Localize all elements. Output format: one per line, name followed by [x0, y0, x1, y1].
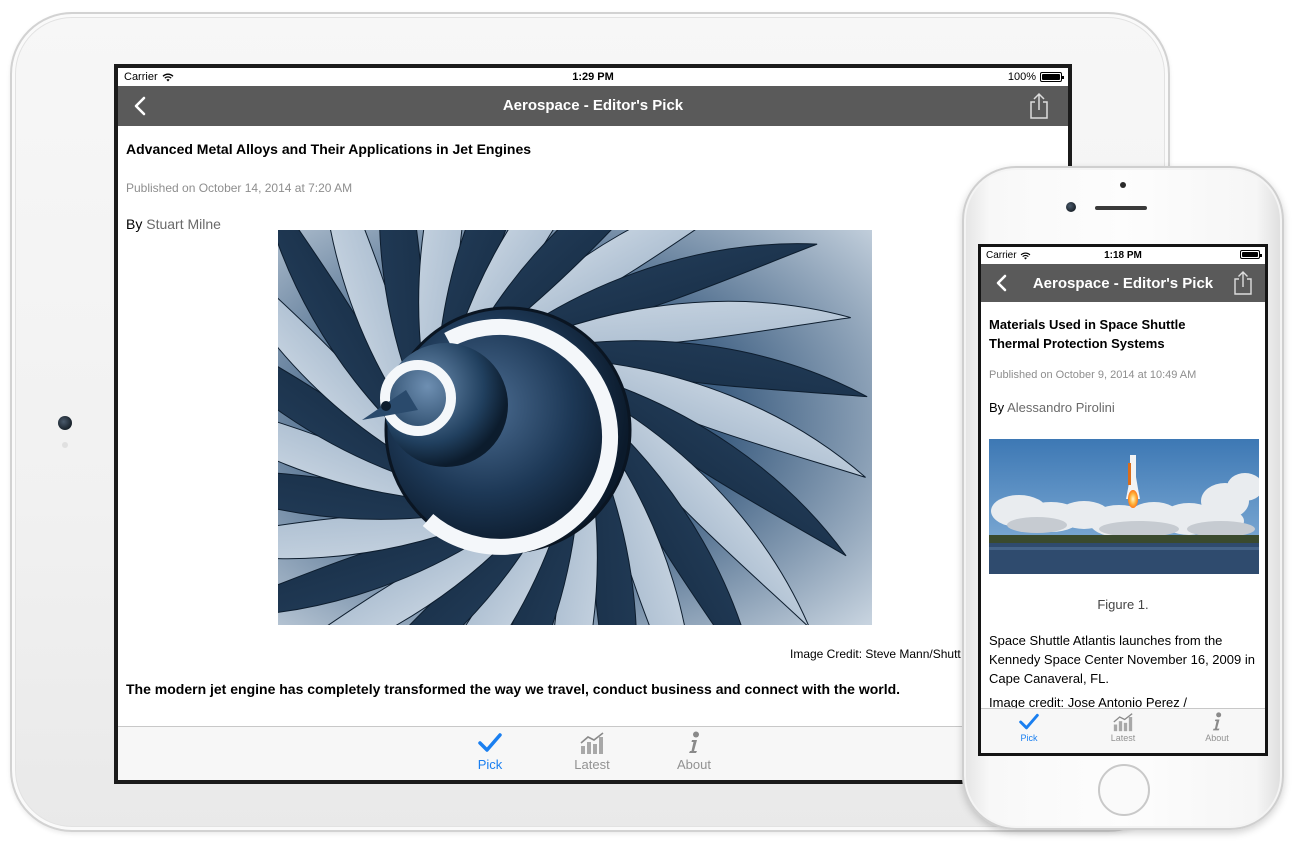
- iphone-front-camera: [1066, 202, 1076, 212]
- product-showcase: Carrier 1:29 PM 100% Aerospace - Editor'…: [0, 0, 1300, 850]
- article-content: Advanced Metal Alloys and Their Applicat…: [118, 141, 1068, 232]
- chart-icon: [1113, 713, 1133, 732]
- checkmark-icon: [1019, 713, 1039, 730]
- clock: 1:18 PM: [1104, 250, 1142, 261]
- byline: By Alessandro Pirolini: [989, 400, 1257, 415]
- tab-about-label: About: [1205, 733, 1229, 743]
- tab-pick-label: Pick: [1020, 733, 1038, 743]
- battery-icon: [1040, 72, 1064, 82]
- tab-latest-label: Latest: [574, 757, 610, 772]
- figure-caption: Space Shuttle Atlantis launches from the…: [989, 633, 1255, 686]
- author-link[interactable]: Stuart Milne: [146, 216, 221, 232]
- tab-about[interactable]: About: [1192, 712, 1242, 743]
- tab-latest[interactable]: Latest: [1098, 712, 1148, 743]
- nav-title: Aerospace - Editor's Pick: [1032, 275, 1214, 292]
- checkmark-icon: [478, 733, 502, 752]
- tab-about[interactable]: About: [664, 731, 724, 772]
- article-lead: The modern jet engine has completely tra…: [126, 681, 901, 697]
- tab-pick[interactable]: Pick: [460, 731, 520, 772]
- tab-about-label: About: [677, 757, 711, 772]
- ipad-sensor: [62, 442, 68, 448]
- iphone-sensor: [1120, 182, 1126, 188]
- nav-title: Aerospace - Editor's Pick: [502, 97, 684, 114]
- iphone-screen: Carrier 1:18 PM Aerospace - Editor's Pic…: [978, 244, 1268, 756]
- chart-icon: [580, 732, 604, 754]
- article-title: Materials Used in Space Shuttle Thermal …: [989, 317, 1186, 351]
- article-content: Materials Used in Space Shuttle Thermal …: [981, 315, 1265, 415]
- figure-label: Figure 1.: [1097, 597, 1149, 612]
- publish-date: Published on October 14, 2014 at 7:20 AM: [126, 181, 353, 195]
- navigation-bar: Aerospace - Editor's Pick: [981, 264, 1265, 302]
- image-credit: Image Credit: Steve Mann/Shutt: [790, 647, 961, 661]
- battery-percent: 100%: [1007, 71, 1036, 83]
- tab-latest-label: Latest: [1110, 733, 1136, 743]
- info-icon: [1212, 712, 1222, 731]
- tab-latest[interactable]: Latest: [562, 731, 622, 772]
- share-icon[interactable]: [1028, 92, 1050, 120]
- publish-date: Published on October 9, 2014 at 10:49 AM: [989, 369, 1197, 381]
- byline-prefix: By: [989, 400, 1005, 415]
- navigation-bar: Aerospace - Editor's Pick: [118, 86, 1068, 126]
- battery-icon: [1240, 250, 1262, 259]
- iphone-speaker: [1095, 206, 1147, 210]
- ipad-camera: [58, 416, 72, 430]
- article-title: Advanced Metal Alloys and Their Applicat…: [126, 141, 532, 157]
- tab-pick-label: Pick: [477, 757, 503, 772]
- author-link[interactable]: Alessandro Pirolini: [1007, 400, 1115, 415]
- shuttle-launch-image: [989, 439, 1259, 574]
- byline-prefix: By: [126, 216, 143, 232]
- jet-engine-image: [278, 230, 872, 625]
- iphone-device: Carrier 1:18 PM Aerospace - Editor's Pic…: [962, 166, 1284, 830]
- info-icon: [689, 731, 699, 753]
- tab-bar: Pick Latest About: [118, 726, 1068, 780]
- share-icon[interactable]: [1233, 270, 1253, 296]
- status-bar: Carrier 1:29 PM 100%: [118, 68, 1068, 86]
- tab-pick[interactable]: Pick: [1004, 712, 1054, 743]
- status-bar: Carrier 1:18 PM: [981, 247, 1265, 264]
- clock: 1:29 PM: [572, 71, 614, 83]
- ipad-screen: Carrier 1:29 PM 100% Aerospace - Editor'…: [114, 64, 1072, 784]
- tab-bar: Pick Latest About: [981, 708, 1265, 753]
- home-button[interactable]: [1098, 764, 1150, 816]
